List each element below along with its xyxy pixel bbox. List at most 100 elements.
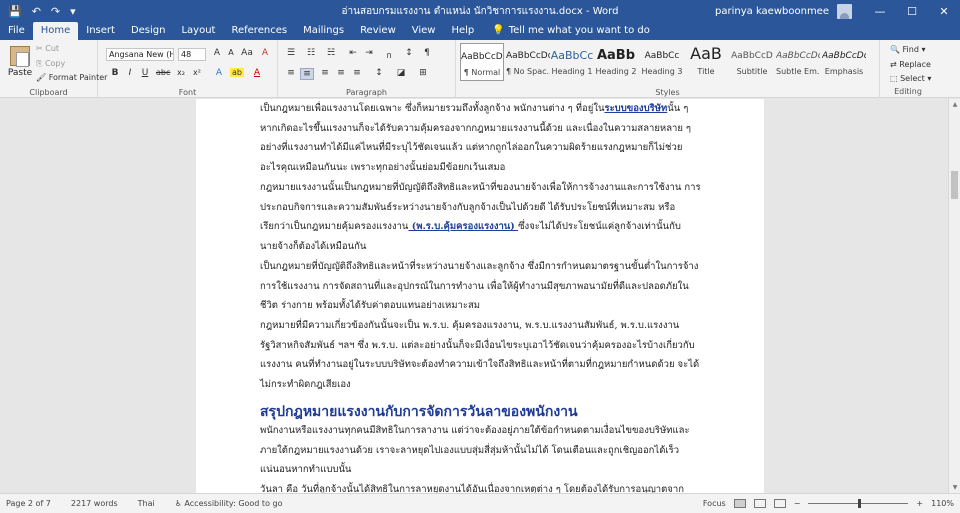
center-align-icon[interactable]: ≡ [300, 68, 314, 80]
show-marks-icon[interactable]: ¶ [420, 48, 434, 58]
accessibility-status[interactable]: ♿ Accessibility: Good to go [175, 499, 283, 508]
italic-button[interactable]: I [123, 68, 137, 78]
account-name[interactable]: parinya kaewboonmee [715, 6, 829, 17]
scroll-down-icon[interactable]: ▼ [949, 484, 960, 491]
superscript-button[interactable]: x² [190, 68, 204, 77]
style-subtitle[interactable]: AaBbCcD Subtitle [730, 43, 774, 81]
tab-view[interactable]: View [404, 22, 444, 40]
styles-label: Styles [655, 88, 680, 97]
shading-icon[interactable]: ◪ [394, 68, 408, 78]
justify-icon[interactable]: ≡ [334, 68, 348, 78]
styles-gallery: AaBbCcDd ¶ Normal AaBbCcDd ¶ No Spac... … [458, 43, 876, 85]
tab-home[interactable]: Home [32, 22, 79, 40]
text-line: กฎหมายที่มีความเกี่ยวข้องกันนั้นจะเป็น พ… [260, 320, 680, 331]
style-preview: AaBbCc [644, 51, 680, 61]
minimize-button[interactable]: — [864, 0, 896, 22]
avatar[interactable] [837, 3, 852, 19]
save-icon[interactable]: 💾 [8, 5, 22, 18]
tab-insert[interactable]: Insert [78, 22, 123, 40]
zoom-in-button[interactable]: + [916, 499, 923, 508]
style-heading-3[interactable]: AaBbCc Heading 3 [640, 43, 684, 81]
tab-help[interactable]: Help [443, 22, 482, 40]
change-case-icon[interactable]: Aa [240, 48, 254, 58]
multilevel-list-icon[interactable]: ☵ [324, 48, 338, 58]
labor-protection-act-link[interactable]: (พ.ร.บ.คุ้มครองแรงงาน) [408, 221, 518, 232]
print-layout-icon[interactable] [733, 499, 746, 508]
company-system-link[interactable]: ระบบของบริษัท [604, 103, 667, 114]
style-emphasis[interactable]: AaBbCcDd Emphasis [822, 43, 866, 81]
thai-distribute-icon[interactable]: ก [382, 48, 396, 62]
paragraph: เป็นกฎหมายที่บัญญัติถึงสิทธิและหน้าที่ระ… [260, 257, 698, 316]
page-count[interactable]: Page 2 of 7 [6, 499, 51, 508]
paragraph: วันลา คือ วันที่ลูกจ้างนั้นได้สิทธิในการ… [260, 480, 690, 493]
bullets-icon[interactable]: ☰ [284, 48, 298, 58]
zoom-slider[interactable] [808, 499, 909, 508]
customize-qat-icon[interactable]: ▾ [70, 5, 76, 18]
user-icon [840, 12, 849, 19]
tab-design[interactable]: Design [123, 22, 174, 40]
style-normal[interactable]: AaBbCcDd ¶ Normal [460, 43, 504, 81]
highlight-icon[interactable]: ab [230, 68, 244, 77]
font-size-select[interactable]: 48 [178, 48, 206, 61]
word-count[interactable]: 2217 words [71, 499, 118, 508]
strikethrough-button[interactable]: abc [156, 68, 170, 77]
close-button[interactable]: ✕ [928, 0, 960, 22]
style-no-spacing[interactable]: AaBbCcDd ¶ No Spac... [506, 43, 550, 81]
line-spacing-icon[interactable]: ↕ [372, 68, 386, 78]
web-layout-icon[interactable] [753, 499, 766, 508]
bold-button[interactable]: B [108, 68, 122, 78]
read-mode-icon[interactable] [773, 499, 786, 508]
style-name: Heading 2 [595, 67, 637, 76]
distributed-icon[interactable]: ≡ [350, 68, 364, 78]
cut-button[interactable]: ✂ Cut [36, 44, 59, 53]
underline-button[interactable]: U [138, 68, 152, 78]
document-page[interactable]: เป็นกฎหมายเพื่อแรงงานโดยเฉพาะ ซึ่งก็หมาย… [196, 99, 764, 493]
tab-mailings[interactable]: Mailings [295, 22, 352, 40]
shrink-font-icon[interactable]: A [224, 48, 238, 57]
grow-font-icon[interactable]: A [210, 48, 224, 58]
borders-icon[interactable]: ⊞ [416, 68, 430, 78]
subscript-button[interactable]: x₂ [174, 68, 188, 77]
tab-references[interactable]: References [223, 22, 295, 40]
font-name-select[interactable]: Angsana New (He... [106, 48, 174, 61]
maximize-button[interactable]: ☐ [896, 0, 928, 22]
zoom-level[interactable]: 110% [931, 499, 954, 508]
decrease-indent-icon[interactable]: ⇤ [346, 48, 360, 58]
language-indicator[interactable]: Thai [138, 499, 155, 508]
sort-icon[interactable]: ↕ [402, 48, 416, 58]
redo-icon[interactable]: ↷ [51, 5, 60, 18]
style-name: Emphasis [824, 67, 864, 76]
style-title[interactable]: AaB Title [684, 43, 728, 81]
text-line: อะไรคุณเหมือนกันนะ เพราะทุกอย่างนั้นย่อม… [260, 162, 506, 174]
scroll-up-icon[interactable]: ▲ [949, 101, 960, 108]
style-heading-1[interactable]: AaBbCc Heading 1 [550, 43, 594, 81]
tell-me-search[interactable]: 💡 Tell me what you want to do [482, 22, 650, 40]
font-color-icon[interactable]: A [250, 68, 264, 78]
replace-button[interactable]: ⇄ Replace [890, 60, 931, 69]
numbering-icon[interactable]: ☷ [304, 48, 318, 58]
tab-layout[interactable]: Layout [173, 22, 223, 40]
zoom-out-button[interactable]: − [794, 499, 801, 508]
style-heading-2[interactable]: AaBb Heading 2 [594, 43, 638, 81]
find-button[interactable]: 🔍 Find ▾ [890, 45, 925, 54]
scroll-thumb[interactable] [951, 171, 958, 199]
paste-button[interactable]: Paste [6, 46, 34, 78]
style-preview: AaBbCcDd [461, 52, 503, 62]
zoom-slider-thumb[interactable] [858, 499, 862, 508]
select-button[interactable]: ⬚ Select ▾ [890, 74, 931, 83]
tab-review[interactable]: Review [352, 22, 404, 40]
align-right-icon[interactable]: ≡ [318, 68, 332, 78]
clear-formatting-icon[interactable]: A [258, 48, 272, 58]
format-painter-button[interactable]: 🖌 Format Painter [36, 73, 107, 82]
text-effects-icon[interactable]: A [212, 68, 226, 78]
vertical-scrollbar[interactable]: ▲ ▼ [948, 99, 960, 493]
paragraph: พนักงานหรือแรงงานทุกคนมีสิทธิในการลางาน … [260, 421, 690, 480]
tab-file[interactable]: File [0, 22, 33, 40]
paragraph-group: ☰ ☷ ☵ ⇤ ⇥ ก ↕ ¶ ≡ ≡ ≡ ≡ ≡ ↕ ◪ ⊞ Paragrap… [278, 40, 456, 98]
focus-mode-button[interactable]: Focus [703, 499, 726, 508]
align-left-icon[interactable]: ≡ [284, 68, 298, 78]
increase-indent-icon[interactable]: ⇥ [362, 48, 376, 58]
style-subtle-emphasis[interactable]: AaBbCcDd Subtle Em... [776, 43, 820, 81]
undo-icon[interactable]: ↶ [32, 5, 41, 18]
copy-button[interactable]: ⎘ Copy [36, 59, 65, 69]
